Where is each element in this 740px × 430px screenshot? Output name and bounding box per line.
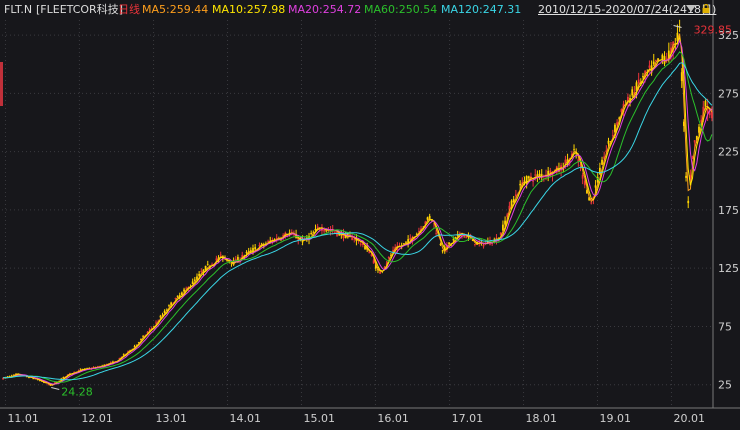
x-tick-label: 13.01 [156,412,188,425]
candle-body [245,252,248,254]
candle-body [573,149,575,151]
x-tick-label: 17.01 [452,412,484,425]
ma120-legend: MA120:247.31 [441,3,522,16]
candle-body [174,298,177,299]
candle-body [206,264,209,266]
candle-body [474,243,476,245]
y-tick-label: 25 [718,379,732,392]
chart-stage: 25 75 125 175 225 275 325 11.01 12.01 13.01 14.01 1… [0,0,740,427]
candle-body [663,56,666,64]
candle-body [581,174,584,179]
candle-body [534,174,537,176]
candle-body [693,140,696,143]
candle-body [428,215,431,219]
candle-body [590,202,593,204]
candle-body [607,140,610,144]
side-marker [0,62,3,106]
candle-body [168,305,170,307]
x-tick-label: 19.01 [600,412,632,425]
ma20-line [3,38,713,385]
y-tick-label: 175 [718,204,739,217]
candle-body [598,167,601,175]
candle-body [333,231,336,233]
candle-body [648,65,651,68]
high-annotation: 329.85 [694,23,733,36]
y-tick-label: 125 [718,262,739,275]
candle-body [323,230,326,232]
candle-body [316,226,319,228]
candle-body [601,159,603,165]
candle-body [594,185,597,188]
candle-body [652,61,655,65]
ma10-legend: MA10:257.98 [212,3,286,16]
lock-icon[interactable] [702,4,710,13]
ma5-legend: MA5:259.44 [142,3,209,16]
candle-body [642,76,644,78]
candle-body [514,194,517,197]
x-tick-label: 14.01 [230,412,262,425]
candle-body [359,243,362,245]
candle-body [200,271,203,272]
x-tick-label: 18.01 [526,412,558,425]
ma60-line [3,51,713,383]
candle-body [704,101,707,107]
company-name: [FLEETCOR科技] [36,3,123,16]
candle-body [482,244,485,247]
ma60-legend: MA60:250.54 [364,3,438,16]
ma5-line [3,33,713,386]
y-tick-label: 225 [718,146,739,159]
candle-body [448,242,450,245]
x-tick-label: 16.01 [377,412,409,425]
candle-body [519,183,522,186]
candle-body [665,57,668,59]
candle-body [387,256,390,258]
candle-body [631,89,634,96]
candle-body [254,247,257,250]
dropdown-triangle-icon[interactable] [686,5,696,12]
x-tick-label: 20.01 [673,412,705,425]
low-pointer [51,387,60,391]
low-annotation: 24.28 [61,386,93,399]
y-tick-label: 75 [718,320,732,333]
period-label[interactable]: 日线 [118,3,140,17]
candlestick-chart[interactable]: 257512517522527532511.01 12.01 13.01 14.01 1… [0,0,740,427]
candle-body [452,239,455,241]
candle-body [435,232,438,234]
x-tick-label: 15.01 [303,412,335,425]
candle-body [183,289,185,292]
ma10-line [3,35,713,386]
ma20-legend: MA20:254.72 [288,3,362,16]
candle-body [155,322,157,324]
candle-body [685,175,687,178]
ticker-label: FLT.N [4,3,33,16]
candle-body [527,176,530,179]
x-tick-label: 12.01 [81,412,113,425]
candle-body [426,217,429,220]
ma120-line [3,62,713,381]
y-tick-label: 275 [718,87,739,100]
candle-body [441,250,444,252]
candle-body [687,200,690,204]
candle-body [176,295,179,297]
candle-body [661,54,664,59]
candle-body [310,232,313,235]
candle-body [193,279,196,281]
candle-body [219,254,222,256]
candle-body [351,236,354,240]
candle-body [708,112,711,116]
x-tick-label: 11.01 [7,412,39,425]
candle-body [637,79,640,84]
candle-body [711,111,713,119]
candle-body [655,60,657,61]
candle-body [405,241,407,243]
candle-body [159,316,162,318]
candle-body [379,271,382,274]
candle-body [532,181,534,182]
